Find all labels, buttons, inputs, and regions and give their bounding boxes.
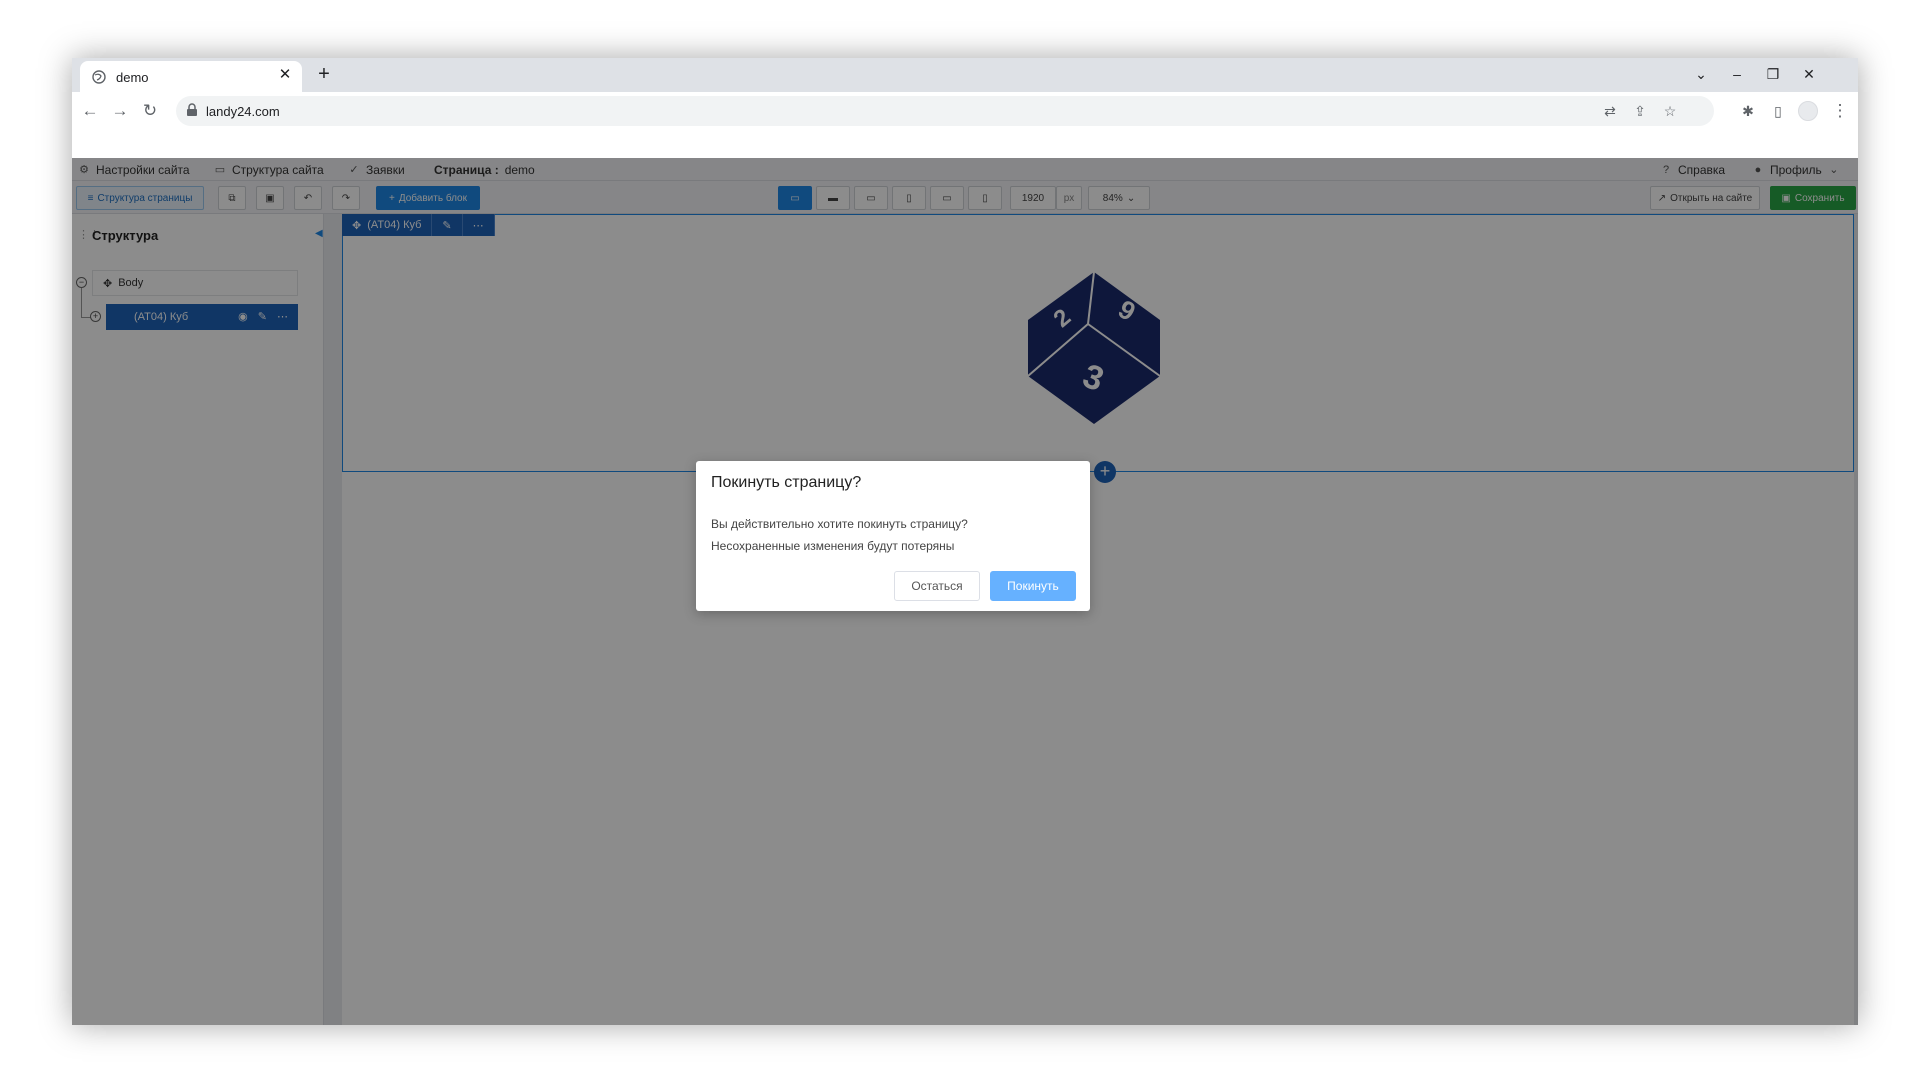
close-tab-icon[interactable]: ✕ [276, 66, 294, 84]
url-text: landy24.com [206, 104, 280, 119]
forward-button[interactable]: → [108, 99, 132, 123]
stay-button[interactable]: Остаться [894, 571, 980, 601]
bookmark-star-icon[interactable]: ☆ [1660, 101, 1680, 121]
address-bar[interactable]: landy24.com ⇄ ⇪ ☆ [176, 96, 1714, 126]
dialog-message-line1: Вы действительно хотите покинуть страниц… [711, 517, 968, 531]
translate-icon[interactable]: ⇄ [1600, 101, 1620, 121]
close-window-button[interactable]: ✕ [1796, 63, 1822, 85]
tab-strip: demo ✕ + ⌄ – ❐ ✕ [72, 58, 1858, 92]
tab-title: demo [116, 70, 149, 85]
leave-button[interactable]: Покинуть [990, 571, 1076, 601]
profile-avatar[interactable] [1798, 101, 1818, 121]
globe-icon [92, 70, 106, 84]
side-panel-icon[interactable]: ▯ [1766, 99, 1790, 123]
navigation-bar: ← → ↻ landy24.com ⇄ ⇪ ☆ ✱ ▯ ⋮ [72, 92, 1858, 130]
reload-button[interactable]: ↻ [138, 99, 162, 123]
new-tab-button[interactable]: + [312, 63, 336, 87]
dialog-title: Покинуть страницу? [711, 474, 862, 491]
dialog-message-line2: Несохраненные изменения будут потеряны [711, 539, 955, 553]
browser-tab[interactable]: demo ✕ [80, 61, 302, 92]
share-icon[interactable]: ⇪ [1630, 101, 1650, 121]
lock-icon [187, 103, 197, 116]
leave-page-dialog: Покинуть страницу? Вы действительно хоти… [696, 461, 1090, 611]
tab-search-icon[interactable]: ⌄ [1688, 63, 1714, 85]
restore-button[interactable]: ❐ [1760, 63, 1786, 85]
minimize-button[interactable]: – [1724, 63, 1750, 85]
browser-menu-icon[interactable]: ⋮ [1828, 99, 1852, 123]
extensions-icon[interactable]: ✱ [1736, 99, 1760, 123]
back-button[interactable]: ← [78, 99, 102, 123]
